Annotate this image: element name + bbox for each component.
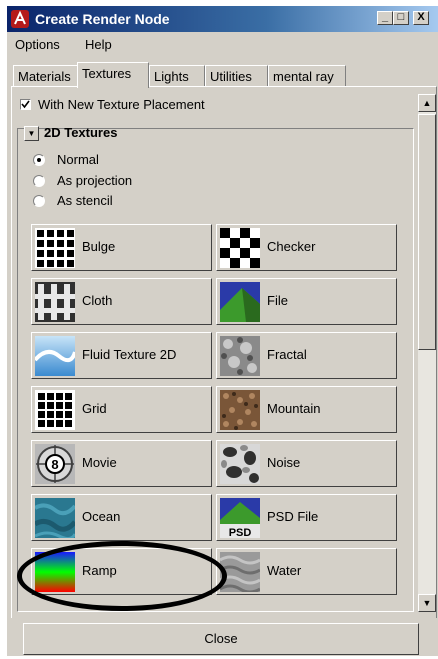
create-render-node-window: Create Render Node _ □ X Options Help Ma… xyxy=(6,5,438,656)
node-label: Noise xyxy=(267,455,301,470)
window-title: Create Render Node xyxy=(35,11,170,27)
tab-textures-label: Textures xyxy=(82,66,132,81)
ramp-icon xyxy=(35,552,75,592)
radio-as-stencil-label: As stencil xyxy=(57,193,113,208)
checkmark-icon xyxy=(21,100,30,109)
radio-as-projection[interactable] xyxy=(33,175,45,187)
menu-bar: Options Help xyxy=(7,34,438,56)
tab-mental-ray-label: mental ray xyxy=(273,69,334,84)
section-collapse-toggle[interactable]: ▼ xyxy=(24,126,39,141)
tab-materials-label: Materials xyxy=(18,69,71,84)
maximize-button[interactable]: □ xyxy=(393,11,409,25)
tab-utilities[interactable]: Utilities xyxy=(205,65,268,87)
node-label: Ocean xyxy=(82,509,121,524)
node-label: Cloth xyxy=(82,293,113,308)
radio-as-projection-label: As projection xyxy=(57,173,133,188)
node-button-checker[interactable]: Checker xyxy=(216,224,397,271)
node-button-fractal[interactable]: Fractal xyxy=(216,332,397,379)
node-label: Water xyxy=(267,563,302,578)
water-icon xyxy=(220,552,260,592)
node-label: Checker xyxy=(267,239,316,254)
psd-file-icon: PSD xyxy=(220,498,260,538)
tab-materials[interactable]: Materials xyxy=(13,65,78,87)
section-title: 2D Textures xyxy=(44,125,118,140)
tab-utilities-label: Utilities xyxy=(210,69,252,84)
node-label: Grid xyxy=(82,401,107,416)
node-label: Movie xyxy=(82,455,117,470)
radio-normal-label: Normal xyxy=(57,152,99,167)
menu-options[interactable]: Options xyxy=(15,37,60,52)
node-label: Bulge xyxy=(82,239,116,254)
node-label: Fractal xyxy=(267,347,307,362)
noise-icon xyxy=(220,444,260,484)
node-label: File xyxy=(267,293,288,308)
scroll-thumb[interactable] xyxy=(418,114,436,350)
minimize-button[interactable]: _ xyxy=(377,11,393,25)
scroll-up-button[interactable]: ▲ xyxy=(418,94,436,112)
node-button-movie[interactable]: 8 Movie xyxy=(31,440,212,487)
node-button-cloth[interactable]: Cloth xyxy=(31,278,212,325)
node-button-ramp[interactable]: Ramp xyxy=(31,548,212,595)
fluid-texture-icon xyxy=(35,336,75,376)
fractal-icon xyxy=(220,336,260,376)
tab-textures[interactable]: Textures xyxy=(77,62,149,88)
node-button-ocean[interactable]: Ocean xyxy=(31,494,212,541)
tab-lights-label: Lights xyxy=(154,69,189,84)
node-label: Mountain xyxy=(267,401,321,416)
node-button-mountain[interactable]: Mountain xyxy=(216,386,397,433)
file-icon xyxy=(220,282,260,322)
node-button-fluid-texture-2d[interactable]: Fluid Texture 2D xyxy=(31,332,212,379)
checker-icon xyxy=(220,228,260,268)
bulge-icon xyxy=(35,228,75,268)
scroll-down-button[interactable]: ▼ xyxy=(418,594,436,612)
grid-icon xyxy=(35,390,75,430)
movie-icon: 8 xyxy=(35,444,75,484)
texture-placement-label: With New Texture Placement xyxy=(38,97,205,112)
node-label: PSD File xyxy=(267,509,319,524)
svg-text:8: 8 xyxy=(51,457,58,472)
psd-icon-text: PSD xyxy=(229,527,252,538)
close-window-button[interactable]: X xyxy=(413,11,429,25)
node-button-bulge[interactable]: Bulge xyxy=(31,224,212,271)
node-button-water[interactable]: Water xyxy=(216,548,397,595)
close-button[interactable]: Close xyxy=(23,623,419,655)
radio-normal[interactable] xyxy=(33,154,45,166)
mountain-icon xyxy=(220,390,260,430)
tab-strip: Materials Textures Lights Utilities ment… xyxy=(7,60,438,88)
vertical-scrollbar[interactable]: ▲ ▼ xyxy=(418,94,436,612)
texture-placement-checkbox[interactable] xyxy=(20,99,31,110)
app-icon xyxy=(11,10,29,28)
menu-help[interactable]: Help xyxy=(85,37,112,52)
node-button-grid[interactable]: Grid xyxy=(31,386,212,433)
node-button-psd-file[interactable]: PSD PSD File xyxy=(216,494,397,541)
cloth-icon xyxy=(35,282,75,322)
node-label: Fluid Texture 2D xyxy=(82,347,177,362)
node-button-file[interactable]: File xyxy=(216,278,397,325)
title-bar[interactable]: Create Render Node _ □ X xyxy=(7,6,438,32)
node-button-noise[interactable]: Noise xyxy=(216,440,397,487)
tab-mental-ray[interactable]: mental ray xyxy=(268,65,346,87)
tab-lights[interactable]: Lights xyxy=(149,65,205,87)
ocean-icon xyxy=(35,498,75,538)
radio-as-stencil[interactable] xyxy=(33,195,45,207)
node-label: Ramp xyxy=(82,563,117,578)
